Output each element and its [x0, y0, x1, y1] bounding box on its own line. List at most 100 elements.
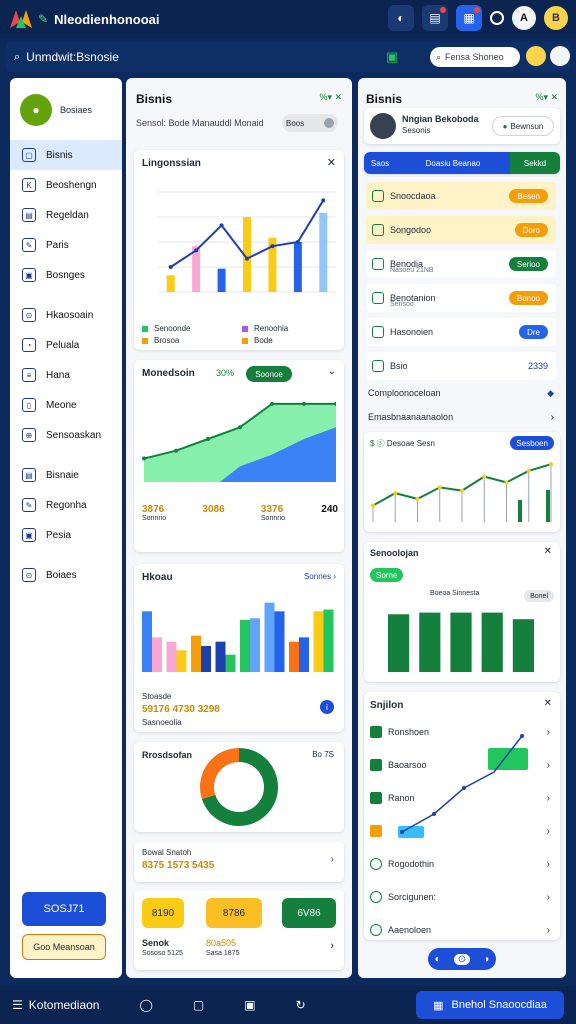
- line-chart-card: $ ⓢ Desoae Sesn Sesboen: [364, 432, 560, 532]
- timeline-item[interactable]: Sorcigunen: ›: [370, 885, 554, 909]
- refresh-icon[interactable]: ↻: [296, 998, 306, 1012]
- bottom-menu[interactable]: ☰ Kotomediaon: [12, 998, 99, 1012]
- value-tile[interactable]: 8786: [206, 898, 262, 928]
- status-badge[interactable]: Besen: [509, 189, 548, 203]
- list-item[interactable]: Hasonoien Dre: [366, 318, 556, 346]
- stat: 3376 Sonnrio: [260, 504, 286, 522]
- sidebar-item[interactable]: ⊙ Boiaes: [10, 560, 122, 590]
- row-label: Snoocdaoa: [390, 191, 436, 201]
- status-badge[interactable]: Bonoo: [508, 291, 548, 305]
- search-input[interactable]: ⌕ Fensa Shoneo: [430, 47, 520, 67]
- sidebar-item[interactable]: ▯ Meone: [10, 390, 122, 420]
- bar: [293, 242, 302, 292]
- sidebar-item[interactable]: ◔ Peluala: [10, 330, 122, 360]
- sidebar-item[interactable]: ⊙ Hkaosoain: [10, 300, 122, 330]
- sidebar-item[interactable]: ≡ Hana: [10, 360, 122, 390]
- close-icon[interactable]: ✕: [544, 546, 552, 557]
- sidebar-item[interactable]: ✎ Regonha: [10, 490, 122, 520]
- close-icon[interactable]: ✕: [544, 698, 552, 709]
- point: [526, 468, 531, 473]
- primary-button[interactable]: SOSJ71: [22, 892, 106, 926]
- chevron-right-icon[interactable]: ›: [330, 940, 334, 952]
- sidebar-item[interactable]: ▢ Bisnis: [10, 140, 122, 170]
- chevron-down-icon[interactable]: ⌄: [328, 366, 336, 377]
- point: [219, 223, 224, 228]
- status-badge[interactable]: Dre: [519, 325, 548, 339]
- secondary-button[interactable]: Goo Meansoan: [22, 934, 106, 960]
- download-icon[interactable]: ▣: [244, 998, 255, 1012]
- sidebar-item[interactable]: K Beoshengn: [10, 170, 122, 200]
- sidebar-item[interactable]: ▣ Pesia: [10, 520, 122, 550]
- timeline-icon: [370, 792, 382, 804]
- list-item[interactable]: Songodoo Doro: [366, 216, 556, 244]
- chart-subtitle[interactable]: Sonnes ›: [304, 572, 336, 581]
- status-label: Bowal Snatoh: [142, 848, 192, 857]
- profile-button[interactable]: ● Bewnsun: [492, 116, 554, 136]
- nav-icon: ▤: [22, 208, 36, 222]
- footer-sub: Sososo 5125: [142, 950, 183, 957]
- chevron-right-icon: ›: [546, 726, 550, 738]
- point: [295, 240, 300, 244]
- bar: [264, 602, 275, 672]
- chevron-right-icon: ›: [546, 924, 550, 936]
- chevron-down-icon[interactable]: ◆: [547, 388, 554, 399]
- list-item[interactable]: Benodia Nasoeu 21NB Serioo: [366, 250, 556, 278]
- link-item[interactable]: Emasbnaanaanaolon: [368, 412, 453, 422]
- primary-action-button[interactable]: ▦ Bnehol Snaoocdiaa: [416, 991, 564, 1019]
- avatar-secondary[interactable]: B: [544, 6, 568, 30]
- sidebar-item[interactable]: ▤ Bisnaie: [10, 460, 122, 490]
- timeline-icon: [370, 891, 382, 903]
- sidebar-item[interactable]: ⊕ Sensoaskan: [10, 420, 122, 450]
- nav-icon: ▯: [22, 398, 36, 412]
- list-item[interactable]: Bsio 2339: [366, 352, 556, 380]
- circle-icon[interactable]: [490, 11, 504, 25]
- value-tile[interactable]: 8190: [142, 898, 184, 928]
- nav-icon: ▢: [22, 148, 36, 162]
- avatar[interactable]: [526, 46, 546, 66]
- breadcrumb-bar: ⌕ Unmdwit:Bsnosie ▣ ⌕ Fensa Shoneo: [6, 42, 570, 72]
- close-icon[interactable]: ✕: [327, 156, 336, 169]
- chevron-right-icon[interactable]: ›: [331, 854, 334, 865]
- link-item[interactable]: Comploonoceloan: [368, 388, 441, 398]
- chart-badge[interactable]: Sesboen: [510, 436, 554, 450]
- sidebar-item-label: Meone: [46, 399, 77, 411]
- action-button[interactable]: Soonoe: [246, 366, 292, 382]
- avatar[interactable]: A: [512, 6, 536, 30]
- folder-icon[interactable]: ▤: [422, 5, 448, 31]
- window-icon[interactable]: ▢: [193, 998, 204, 1012]
- point: [482, 474, 487, 479]
- tag-pill[interactable]: Sorne: [370, 568, 404, 582]
- status-badge[interactable]: Serioo: [508, 257, 548, 271]
- close-icon[interactable]: %▾ ✕: [535, 92, 558, 103]
- bar: [152, 637, 162, 672]
- chevron-right-icon[interactable]: ›: [551, 412, 554, 423]
- clipboard-icon[interactable]: ▣: [386, 49, 398, 65]
- panel-title: Bisnis: [136, 92, 173, 106]
- grid-icon[interactable]: ▦: [456, 5, 482, 31]
- menu-button[interactable]: ◐: [388, 5, 414, 31]
- timeline-item[interactable]: Aaenoloen ›: [370, 918, 554, 942]
- list-item[interactable]: Benotanion Sensoo Bonoo: [366, 284, 556, 312]
- chart-title: Monedsoin: [142, 368, 195, 379]
- filter-toggle[interactable]: Boos: [282, 114, 338, 132]
- timeline-item[interactable]: Rogodothin ›: [370, 852, 554, 876]
- avatar-secondary[interactable]: [550, 46, 570, 66]
- donut-card: Rrosdsofan Bo 7S: [134, 742, 344, 832]
- chat-icon[interactable]: ◯: [139, 998, 152, 1012]
- list-item[interactable]: Snoocdaoa Besen: [366, 182, 556, 210]
- sidebar-item[interactable]: ▤ Regeldan: [10, 200, 122, 230]
- sidebar-item[interactable]: ✎ Paris: [10, 230, 122, 260]
- sidebar-profile[interactable]: ● Bosiaes: [10, 78, 122, 140]
- bar: [166, 641, 177, 672]
- profile-name: Nngian Bekoboda: [402, 114, 479, 124]
- filter-pill[interactable]: Bonel: [524, 590, 554, 602]
- status-badge[interactable]: Doro: [514, 223, 548, 237]
- tab-overview[interactable]: Doasiu Beanao: [396, 152, 510, 174]
- info-icon[interactable]: i: [320, 700, 334, 714]
- sidebar-item[interactable]: ▣ Bosnges: [10, 260, 122, 290]
- close-icon[interactable]: %▾ ✕: [319, 92, 342, 103]
- value-tile[interactable]: 6V86: [282, 898, 336, 928]
- pager-control[interactable]: ◐ ⊙ ◑: [428, 948, 496, 970]
- tab-saos[interactable]: Saos: [364, 152, 396, 174]
- tab-sekkd[interactable]: Sekkd: [510, 152, 560, 174]
